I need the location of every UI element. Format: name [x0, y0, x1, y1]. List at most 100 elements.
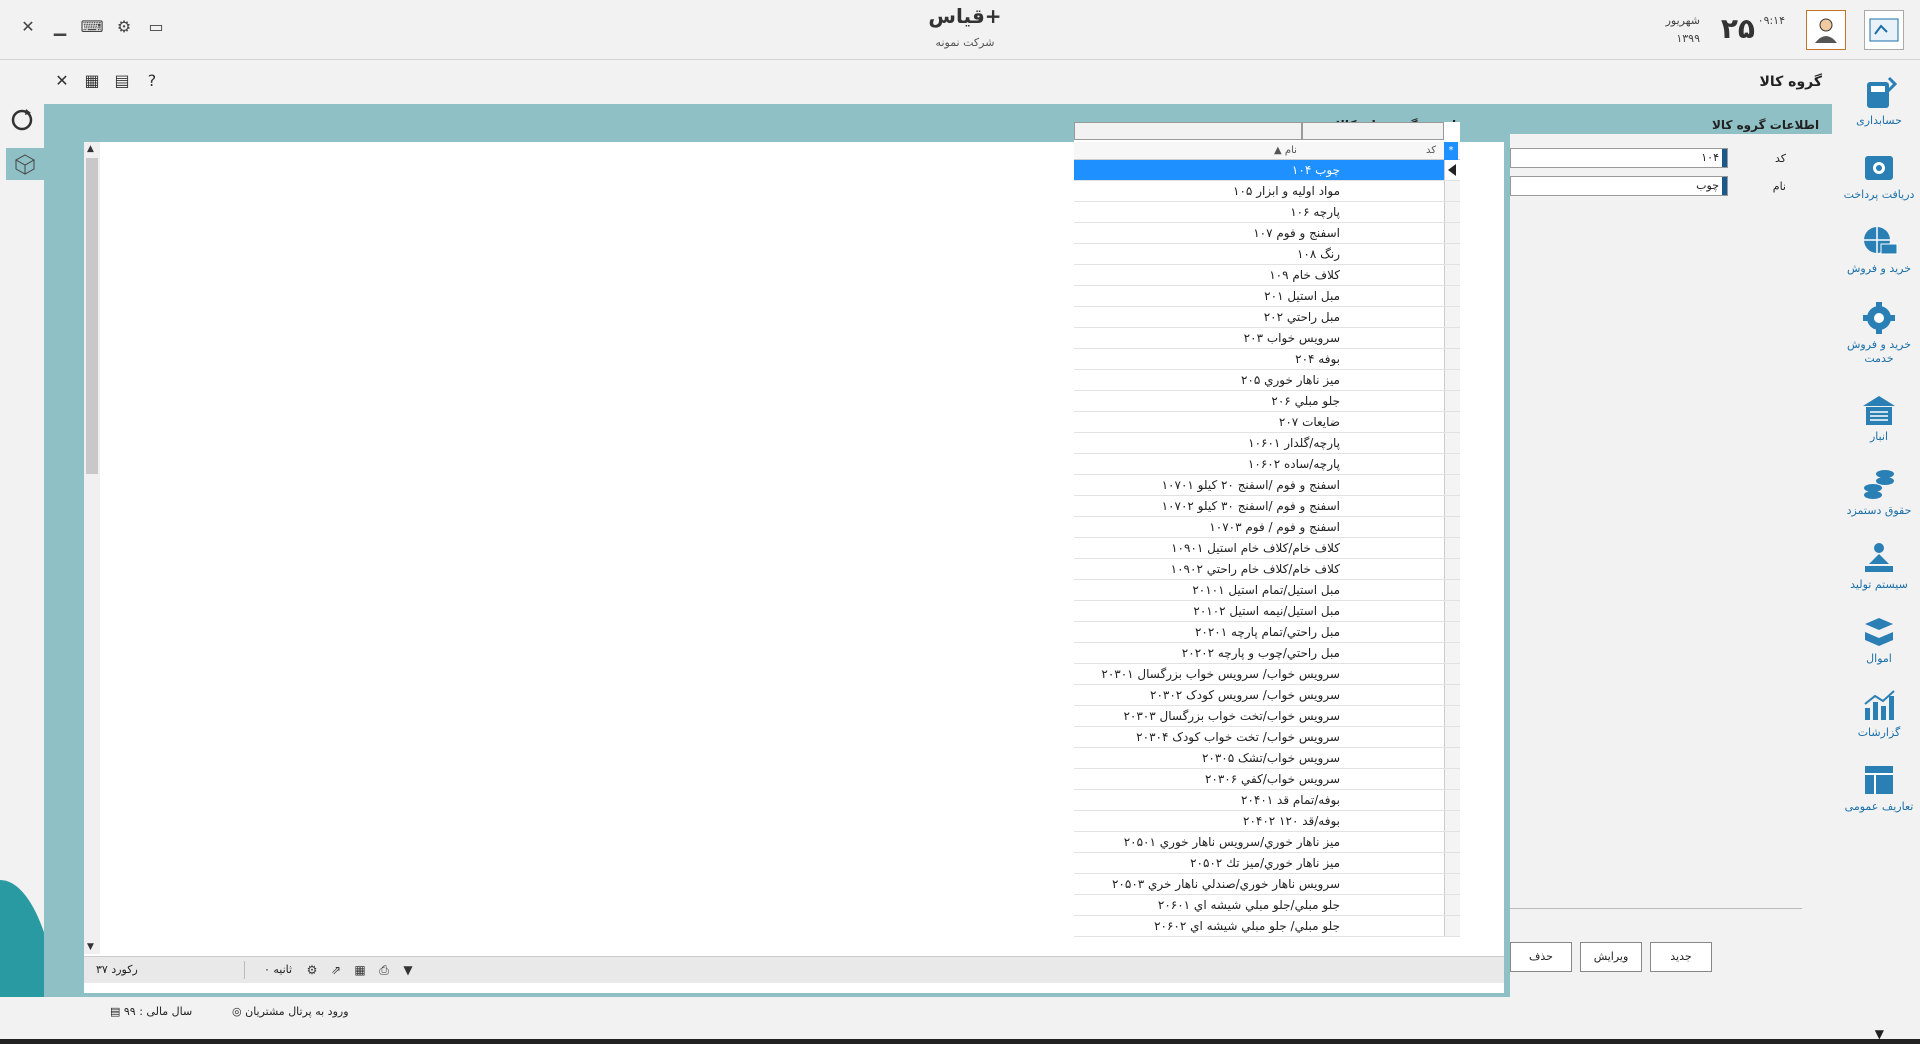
row-indicator[interactable] [1444, 916, 1460, 936]
table-row[interactable]: ۲۰۶۰۲ جلو مبلي/ جلو مبلي شیشه اي [1074, 916, 1460, 937]
row-indicator[interactable] [1444, 265, 1460, 285]
row-indicator[interactable] [1444, 496, 1460, 516]
row-indicator[interactable] [1444, 580, 1460, 600]
new-row-indicator[interactable]: * [1444, 142, 1458, 160]
table-row[interactable]: ۲۰۳۰۳ سرویس خواب/تخت خواب بزرگسال [1074, 706, 1460, 727]
sidebar-item-reports[interactable]: گزارشات [1838, 688, 1920, 748]
table-row[interactable]: ۱۰۷۰۳ اسفنج و فوم / فوم [1074, 517, 1460, 538]
sidebar-item-accounting[interactable]: حسابداری [1838, 76, 1920, 136]
row-indicator[interactable] [1444, 286, 1460, 306]
scroll-up-icon[interactable]: ▲ [87, 144, 94, 154]
edit-button[interactable]: ویرایش [1580, 942, 1642, 972]
sidebar-item-warehouse[interactable]: انبار [1838, 392, 1920, 452]
settings-icon[interactable]: ⚙ [304, 962, 320, 978]
row-indicator[interactable] [1444, 853, 1460, 873]
scroll-thumb[interactable] [86, 158, 98, 474]
row-indicator[interactable] [1444, 727, 1460, 747]
row-indicator[interactable] [1444, 601, 1460, 621]
row-indicator[interactable] [1444, 811, 1460, 831]
vertical-scrollbar[interactable]: ▲ ▼ [84, 142, 100, 954]
filter-icon[interactable]: ▼ [400, 962, 416, 978]
table-row[interactable]: ۲۰۱ مبل استیل [1074, 286, 1460, 307]
table-row[interactable]: ۲۰۴۰۲ بوفه/قد ۱۲۰ [1074, 811, 1460, 832]
table-row[interactable]: ۲۰۳۰۲ سرویس خواب/ سرویس کودک [1074, 685, 1460, 706]
table-row[interactable]: ۱۰۴ چوب [1074, 160, 1460, 181]
filter-code-field[interactable] [1302, 122, 1444, 140]
row-indicator[interactable] [1444, 790, 1460, 810]
table-row[interactable]: ۲۰۶ جلو مبلي [1074, 391, 1460, 412]
row-indicator[interactable] [1444, 328, 1460, 348]
row-indicator[interactable] [1444, 769, 1460, 789]
row-indicator[interactable] [1444, 832, 1460, 852]
column-header-name[interactable]: ▲ نام [1274, 145, 1297, 156]
column-header-code[interactable]: کد [1426, 145, 1436, 156]
box-icon[interactable] [6, 148, 44, 180]
table-row[interactable]: ۱۰۸ رنگ [1074, 244, 1460, 265]
row-indicator[interactable] [1444, 622, 1460, 642]
table-row[interactable]: ۱۰۷ اسفنج و فوم [1074, 223, 1460, 244]
row-indicator[interactable] [1444, 244, 1460, 264]
table-row[interactable]: ۲۰۱۰۱ مبل استیل/تمام استیل [1074, 580, 1460, 601]
row-indicator[interactable] [1444, 412, 1460, 432]
table-row[interactable]: ۲۰۵۰۳ سرویس ناهار خوري/صندلي ناهار خري [1074, 874, 1460, 895]
row-indicator[interactable] [1444, 706, 1460, 726]
table-row[interactable]: ۲۰۶۰۱ جلو مبلي/جلو مبلي شیشه اي [1074, 895, 1460, 916]
row-indicator[interactable] [1444, 895, 1460, 915]
table-row[interactable]: ۲۰۲ مبل راحتي [1074, 307, 1460, 328]
row-indicator[interactable] [1444, 538, 1460, 558]
row-indicator[interactable] [1444, 643, 1460, 663]
row-indicator[interactable] [1444, 874, 1460, 894]
new-button[interactable]: جدید [1650, 942, 1712, 972]
name-field[interactable]: چوب [1510, 176, 1728, 196]
scroll-down-icon[interactable]: ▼ [87, 942, 94, 952]
table-row[interactable]: ۲۰۴ بوفه [1074, 349, 1460, 370]
table-row[interactable]: ۱۰۷۰۱ اسفنج و فوم /اسفنج ۲۰ کیلو [1074, 475, 1460, 496]
calendar-icon[interactable]: ▤ [112, 70, 132, 90]
help-icon[interactable]: ? [142, 70, 162, 90]
table-row[interactable]: ۲۰۳ سرویس خواب [1074, 328, 1460, 349]
table-row[interactable]: ۱۰۶۰۲ پارچه/ساده [1074, 454, 1460, 475]
row-indicator[interactable] [1444, 349, 1460, 369]
table-icon[interactable]: ▦ [352, 962, 368, 978]
grid-view-icon[interactable]: ▦ [82, 70, 102, 90]
app-logo-icon[interactable] [1864, 10, 1904, 50]
gear-icon[interactable]: ⚙ [114, 16, 134, 36]
delete-button[interactable]: حذف [1510, 942, 1572, 972]
table-row[interactable]: ۱۰۹۰۱ کلاف خام/کلاف خام استیل [1074, 538, 1460, 559]
code-field[interactable]: ۱۰۴ [1510, 148, 1728, 168]
table-row[interactable]: ۲۰۷ ضایعات [1074, 412, 1460, 433]
row-indicator[interactable] [1444, 307, 1460, 327]
filter-name-field[interactable] [1074, 122, 1302, 140]
row-indicator[interactable] [1444, 202, 1460, 222]
row-indicator[interactable] [1444, 391, 1460, 411]
keyboard-icon[interactable]: ⌨ [80, 16, 103, 36]
table-row[interactable]: ۲۰۴۰۱ بوفه/تمام قد [1074, 790, 1460, 811]
minimize-icon[interactable]: ▁ [50, 16, 70, 36]
row-indicator[interactable] [1444, 370, 1460, 390]
sidebar-item-service[interactable]: خرید و فروش خدمت [1838, 300, 1920, 376]
table-row[interactable]: ۲۰۵ میز ناهار خوري [1074, 370, 1460, 391]
table-row[interactable]: ۲۰۵۰۲ میز ناهار خوري/میز تك [1074, 853, 1460, 874]
table-row[interactable]: ۲۰۲۰۱ مبل راحتي/تمام پارچه [1074, 622, 1460, 643]
sidebar-item-definitions[interactable]: تعاریف عمومی [1838, 762, 1920, 822]
row-indicator[interactable] [1444, 475, 1460, 495]
sidebar-item-assets[interactable]: اموال [1838, 614, 1920, 674]
table-row[interactable]: ۲۰۳۰۴ سرویس خواب/ تخت خواب کودک [1074, 727, 1460, 748]
sidebar-item-payroll[interactable]: حقوق دستمزد [1838, 466, 1920, 526]
table-row[interactable]: ۱۰۹ کلاف خام [1074, 265, 1460, 286]
table-row[interactable]: ۱۰۷۰۲ اسفنج و فوم /اسفنج ۳۰ کیلو [1074, 496, 1460, 517]
table-row[interactable]: ۱۰۶۰۱ پارچه/گلدار [1074, 433, 1460, 454]
row-indicator[interactable] [1444, 559, 1460, 579]
customer-portal-link[interactable]: ◎ ورود به پرتال مشتریان [232, 1005, 349, 1018]
row-indicator[interactable] [1444, 433, 1460, 453]
table-row[interactable]: ۲۰۳۰۶ سرویس خواب/کفي [1074, 769, 1460, 790]
refresh-icon[interactable] [6, 104, 38, 136]
row-indicator[interactable] [1444, 517, 1460, 537]
printer-icon[interactable]: ⎙ [376, 962, 392, 978]
table-row[interactable]: ۲۰۳۰۵ سرویس خواب/تشک [1074, 748, 1460, 769]
sidebar-item-payment[interactable]: دریافت پرداخت [1838, 150, 1920, 210]
monitor-icon[interactable]: ▭ [146, 16, 166, 36]
export-icon[interactable]: ⇗ [328, 962, 344, 978]
close-icon[interactable]: ✕ [18, 16, 38, 36]
row-indicator[interactable] [1444, 664, 1460, 684]
